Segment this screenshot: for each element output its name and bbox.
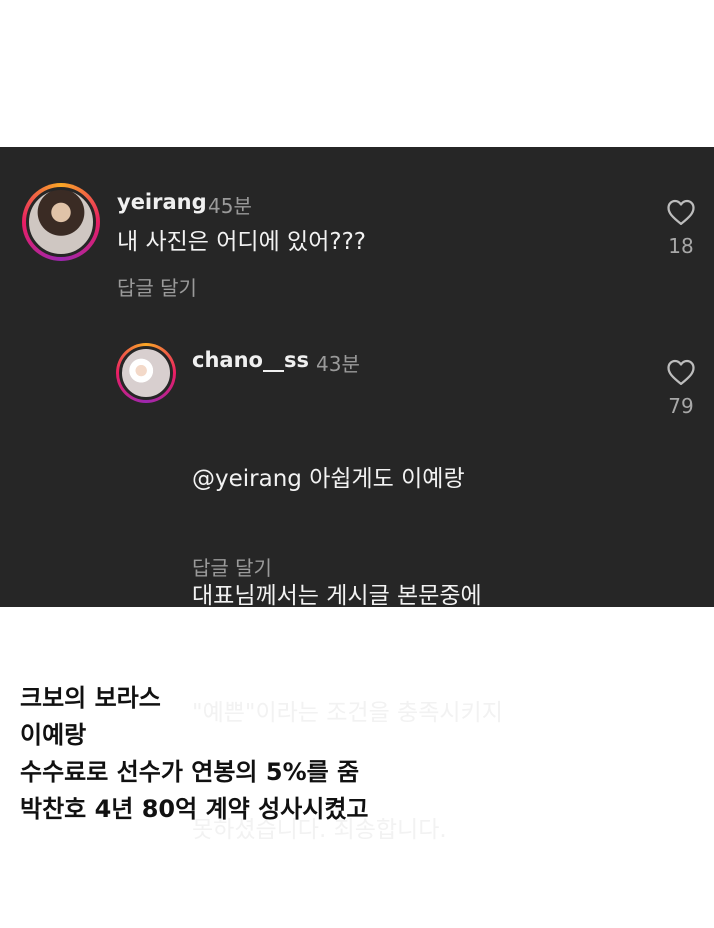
reply-text-line: 대표님께서는 게시글 본문중에 [192,583,482,609]
reply-text-line: @yeirang 아쉽게도 이예랑 [192,466,465,492]
caption-line: 박찬호 4년 80억 계약 성사시켰고 [20,795,369,823]
avatar-chano-ss[interactable] [116,343,176,403]
comment-time: 45분 [208,194,252,218]
reply-text: @yeirang 아쉽게도 이예랑 대표님께서는 게시글 본문중에 "예쁜"이라… [192,382,503,928]
reply-like-count: 79 [668,394,694,418]
caption-line: 수수료로 선수가 연봉의 5%를 줌 [20,758,360,786]
heart-outline-icon [667,359,695,385]
caption-line: 이예랑 [20,721,87,749]
profile-photo [119,346,173,400]
caption-text: 크보의 보라스 이예랑 수수료로 선수가 연봉의 5%를 줌 박찬호 4년 80… [20,680,368,828]
reply-like-button[interactable]: 79 [661,358,701,418]
caption-line: 크보의 보라스 [20,684,161,712]
avatar-yeirang[interactable] [22,183,100,261]
comment-panel: yeirang 45분 내 사진은 어디에 있어??? 답글 달기 18 cha… [0,147,714,843]
comment-username[interactable]: yeirang [117,190,207,214]
reply-time: 43분 [316,352,360,376]
comment-text: 내 사진은 어디에 있어??? [117,229,366,255]
reply-username[interactable]: chano__ss [192,348,309,372]
profile-photo [26,187,96,257]
reply-button[interactable]: 답글 달기 [117,272,197,301]
reply-button[interactable]: 답글 달기 [192,552,272,581]
heart-outline-icon [667,199,695,225]
comment-like-button[interactable]: 18 [661,198,701,258]
comment-like-count: 18 [668,234,694,258]
